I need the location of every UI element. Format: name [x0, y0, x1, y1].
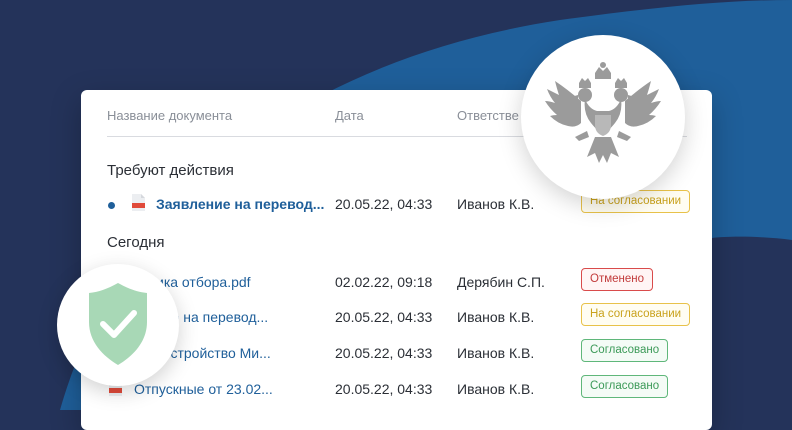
- column-header-date[interactable]: Дата: [335, 108, 364, 123]
- status-badge: Согласовано: [581, 375, 669, 398]
- coat-of-arms-icon: [545, 62, 661, 163]
- unread-dot-icon: [108, 202, 115, 209]
- pdf-file-icon: [132, 194, 145, 211]
- shield-check-icon: [89, 283, 147, 365]
- column-header-name[interactable]: Название документа: [107, 108, 232, 123]
- document-owner: Иванов К.В.: [457, 345, 535, 361]
- document-owner: Дерябин С.П.: [457, 274, 545, 290]
- document-date: 20.05.22, 04:33: [335, 381, 433, 397]
- column-header-owner[interactable]: Ответстве: [457, 108, 519, 123]
- section-title-action-required: Требуют действия: [107, 162, 234, 179]
- security-badge: [57, 264, 179, 386]
- document-date: 02.02.22, 09:18: [335, 274, 433, 290]
- emblem-badge: [521, 35, 685, 199]
- document-date: 20.05.22, 04:33: [335, 345, 433, 361]
- document-name-link[interactable]: Заявление на перевод...: [156, 196, 324, 212]
- status-badge: Согласовано: [581, 339, 669, 362]
- document-owner: Иванов К.В.: [457, 381, 535, 397]
- document-owner: Иванов К.В.: [457, 309, 535, 325]
- section-title-today: Сегодня: [107, 234, 165, 251]
- document-date: 20.05.22, 04:33: [335, 309, 433, 325]
- document-date: 20.05.22, 04:33: [335, 196, 433, 212]
- status-badge: На согласовании: [581, 303, 691, 326]
- status-badge: Отменено: [581, 268, 654, 291]
